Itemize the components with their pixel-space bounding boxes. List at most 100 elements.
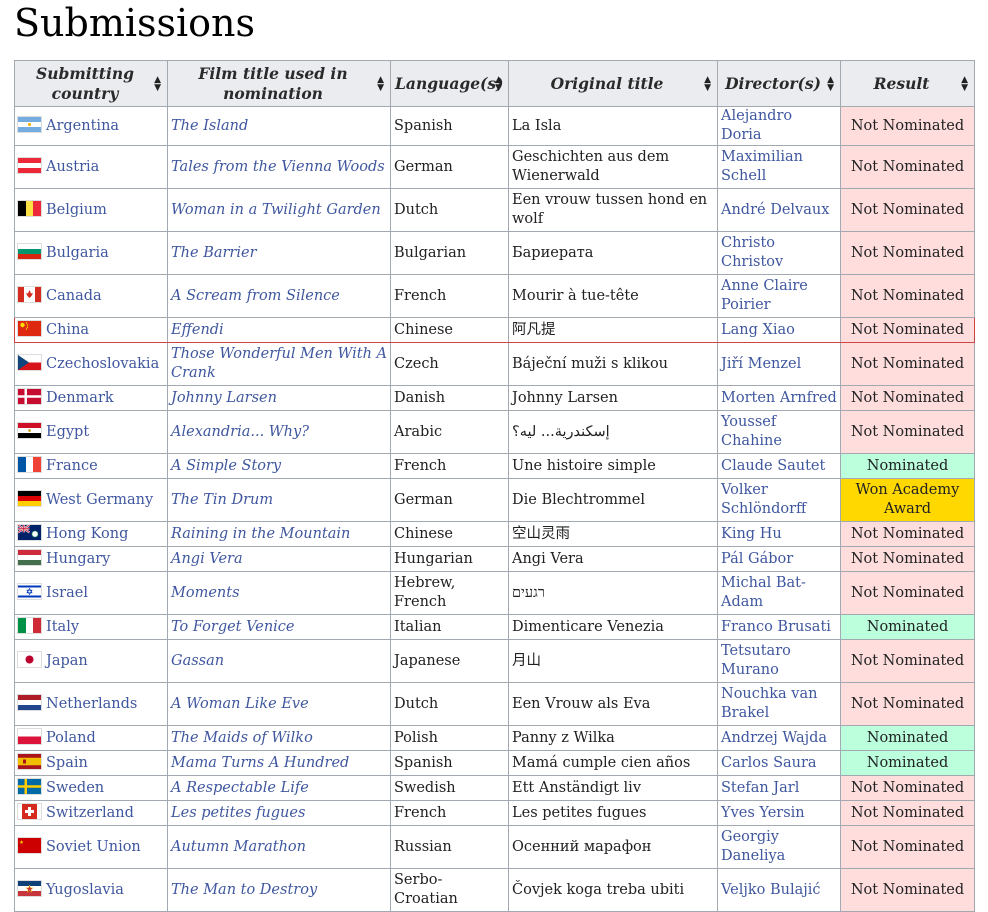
- country-link[interactable]: Japan: [46, 653, 88, 669]
- country-cell[interactable]: Czechoslovakia: [14, 342, 168, 386]
- country-cell[interactable]: Bulgaria: [14, 231, 168, 275]
- column-header-film[interactable]: Film title used in nomination ▲ ▼: [167, 60, 391, 107]
- column-header-director[interactable]: Director(s) ▲ ▼: [717, 60, 841, 107]
- country-link[interactable]: West Germany: [46, 492, 153, 508]
- director-link[interactable]: King Hu: [717, 521, 841, 547]
- director-link[interactable]: Christo Christov: [717, 231, 841, 275]
- country-cell[interactable]: Soviet Union: [14, 825, 168, 869]
- film-title-link[interactable]: Woman in a Twilight Garden: [167, 188, 391, 232]
- country-link[interactable]: China: [46, 322, 89, 338]
- film-title-link[interactable]: To Forget Venice: [167, 614, 391, 640]
- country-link[interactable]: Hungary: [46, 551, 110, 567]
- film-title-link[interactable]: Gassan: [167, 639, 391, 683]
- director-link[interactable]: Veljko Bulajić: [717, 868, 841, 912]
- country-link[interactable]: Israel: [46, 585, 88, 601]
- column-header-result[interactable]: Result ▲ ▼: [840, 60, 975, 107]
- director-link[interactable]: Alejandro Doria: [717, 106, 841, 146]
- film-title-link[interactable]: Effendi: [167, 317, 391, 343]
- country-link[interactable]: Switzerland: [46, 805, 134, 821]
- country-link[interactable]: Netherlands: [46, 696, 137, 712]
- film-title-link[interactable]: A Scream from Silence: [167, 274, 391, 318]
- country-link[interactable]: Canada: [46, 288, 102, 304]
- director-link[interactable]: Claude Sautet: [717, 453, 841, 479]
- column-header-language[interactable]: Language(s) ▲ ▼: [390, 60, 509, 107]
- director-link[interactable]: Maximilian Schell: [717, 145, 841, 189]
- country-cell[interactable]: Egypt: [14, 410, 168, 454]
- country-link[interactable]: Hong Kong: [46, 526, 128, 542]
- film-title-link[interactable]: Moments: [167, 571, 391, 615]
- director-link[interactable]: Jiří Menzel: [717, 342, 841, 386]
- director-link[interactable]: Morten Arnfred: [717, 385, 841, 411]
- country-cell[interactable]: Poland: [14, 725, 168, 751]
- country-link[interactable]: Soviet Union: [46, 839, 141, 855]
- film-title-link[interactable]: A Respectable Life: [167, 775, 391, 801]
- sort-icon[interactable]: ▲ ▼: [827, 75, 834, 92]
- film-title-link[interactable]: Mama Turns A Hundred: [167, 750, 391, 776]
- director-link[interactable]: Pál Gábor: [717, 546, 841, 572]
- column-header-country[interactable]: Submitting country ▲ ▼: [14, 60, 168, 107]
- country-link[interactable]: Czechoslovakia: [46, 356, 159, 372]
- country-cell[interactable]: Hungary: [14, 546, 168, 572]
- director-link[interactable]: Stefan Jarl: [717, 775, 841, 801]
- director-link[interactable]: Youssef Chahine: [717, 410, 841, 454]
- country-cell[interactable]: Belgium: [14, 188, 168, 232]
- film-title-link[interactable]: Johnny Larsen: [167, 385, 391, 411]
- film-title-link[interactable]: Tales from the Vienna Woods: [167, 145, 391, 189]
- sort-icon[interactable]: ▲ ▼: [961, 75, 968, 92]
- director-link[interactable]: Yves Yersin: [717, 800, 841, 826]
- film-title-link[interactable]: Les petites fugues: [167, 800, 391, 826]
- country-cell[interactable]: Yugoslavia: [14, 868, 168, 912]
- country-link[interactable]: Poland: [46, 730, 96, 746]
- director-link[interactable]: Anne Claire Poirier: [717, 274, 841, 318]
- film-title-link[interactable]: Autumn Marathon: [167, 825, 391, 869]
- country-cell[interactable]: Switzerland: [14, 800, 168, 826]
- column-header-original-title[interactable]: Original title ▲ ▼: [508, 60, 718, 107]
- director-link[interactable]: Carlos Saura: [717, 750, 841, 776]
- country-link[interactable]: France: [46, 458, 98, 474]
- sort-icon[interactable]: ▲ ▼: [495, 75, 502, 92]
- country-link[interactable]: Denmark: [46, 390, 114, 406]
- country-link[interactable]: Spain: [46, 755, 88, 771]
- film-title-link[interactable]: A Woman Like Eve: [167, 682, 391, 726]
- country-link[interactable]: Austria: [46, 159, 99, 175]
- country-cell[interactable]: West Germany: [14, 478, 168, 522]
- country-cell[interactable]: Japan: [14, 639, 168, 683]
- director-link[interactable]: Volker Schlöndorff: [717, 478, 841, 522]
- director-link[interactable]: Lang Xiao: [717, 317, 841, 343]
- director-link[interactable]: Andrzej Wajda: [717, 725, 841, 751]
- country-cell[interactable]: Denmark: [14, 385, 168, 411]
- country-link[interactable]: Egypt: [46, 424, 89, 440]
- country-cell[interactable]: Sweden: [14, 775, 168, 801]
- country-cell[interactable]: Netherlands: [14, 682, 168, 726]
- film-title-link[interactable]: A Simple Story: [167, 453, 391, 479]
- country-link[interactable]: Argentina: [46, 118, 119, 134]
- country-cell[interactable]: Hong Kong: [14, 521, 168, 547]
- film-title-link[interactable]: The Tin Drum: [167, 478, 391, 522]
- director-link[interactable]: Nouchka van Brakel: [717, 682, 841, 726]
- film-title-link[interactable]: The Maids of Wilko: [167, 725, 391, 751]
- country-link[interactable]: Sweden: [46, 780, 104, 796]
- country-cell[interactable]: China: [14, 317, 168, 343]
- country-cell[interactable]: Austria: [14, 145, 168, 189]
- director-link[interactable]: Georgiy Daneliya: [717, 825, 841, 869]
- country-cell[interactable]: France: [14, 453, 168, 479]
- director-link[interactable]: Tetsutaro Murano: [717, 639, 841, 683]
- country-cell[interactable]: Israel: [14, 571, 168, 615]
- country-cell[interactable]: Spain: [14, 750, 168, 776]
- country-cell[interactable]: Italy: [14, 614, 168, 640]
- sort-icon[interactable]: ▲ ▼: [704, 75, 711, 92]
- country-cell[interactable]: Argentina: [14, 106, 168, 146]
- director-link[interactable]: André Delvaux: [717, 188, 841, 232]
- film-title-link[interactable]: Raining in the Mountain: [167, 521, 391, 547]
- film-title-link[interactable]: Those Wonderful Men With A Crank: [167, 342, 391, 386]
- film-title-link[interactable]: The Man to Destroy: [167, 868, 391, 912]
- director-link[interactable]: Michal Bat-Adam: [717, 571, 841, 615]
- country-link[interactable]: Bulgaria: [46, 245, 109, 261]
- sort-icon[interactable]: ▲ ▼: [377, 75, 384, 92]
- film-title-link[interactable]: Angi Vera: [167, 546, 391, 572]
- country-link[interactable]: Italy: [46, 619, 79, 635]
- country-cell[interactable]: Canada: [14, 274, 168, 318]
- film-title-link[interactable]: The Island: [167, 106, 391, 146]
- country-link[interactable]: Belgium: [46, 202, 107, 218]
- film-title-link[interactable]: The Barrier: [167, 231, 391, 275]
